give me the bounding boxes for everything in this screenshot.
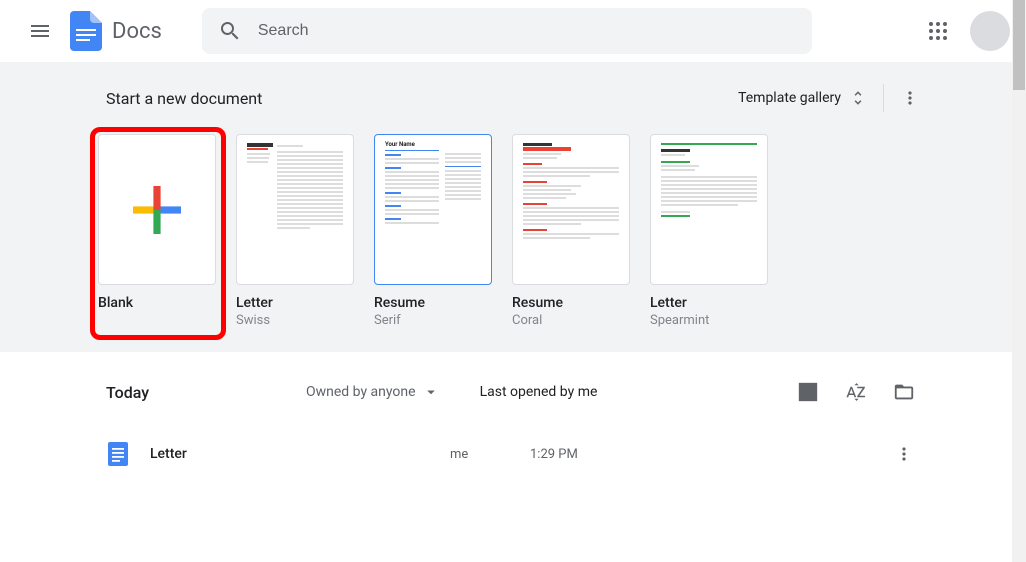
doc-row[interactable]: Letter me 1:29 PM — [98, 426, 928, 482]
app-header: Docs — [0, 0, 1026, 62]
template-resume-serif[interactable]: Your Name — [374, 134, 492, 328]
template-sub: Serif — [374, 313, 492, 328]
sort-label[interactable]: Last opened by me — [480, 384, 598, 400]
template-blank[interactable]: Blank — [98, 134, 216, 328]
list-actions — [792, 376, 920, 408]
search-icon — [218, 19, 242, 43]
unfold-icon — [849, 89, 867, 107]
account-avatar[interactable] — [970, 11, 1010, 51]
app-title: Docs — [112, 19, 162, 44]
template-name: Letter — [650, 295, 768, 311]
more-vert-icon — [894, 444, 914, 464]
search-input[interactable] — [258, 22, 796, 40]
list-header: Today Owned by anyone Last opened by me — [98, 376, 928, 408]
template-sub: Swiss — [236, 313, 354, 328]
template-resume-coral[interactable]: Resume Coral — [512, 134, 630, 328]
template-letter-swiss[interactable]: Letter Swiss — [236, 134, 354, 328]
menu-icon — [28, 19, 52, 43]
grid-view-icon — [797, 381, 819, 403]
docs-logo[interactable]: Docs — [68, 13, 162, 49]
template-thumb: Your Name — [374, 134, 492, 285]
template-sub: Coral — [512, 313, 630, 328]
template-thumb — [512, 134, 630, 285]
templates-header: Start a new document Template gallery — [98, 80, 928, 116]
docs-app-icon — [68, 13, 104, 49]
templates-section: Start a new document Template gallery — [0, 62, 1026, 352]
sort-az-icon — [845, 381, 867, 403]
docs-file-icon — [106, 442, 130, 466]
template-name: Letter — [236, 295, 354, 311]
arrow-dropdown-icon — [422, 383, 440, 401]
owner-filter-dropdown[interactable]: Owned by anyone — [306, 383, 440, 401]
list-section-title: Today — [106, 383, 306, 402]
templates-row: Blank — [98, 134, 928, 328]
doc-name: Letter — [150, 446, 450, 462]
owner-filter-label: Owned by anyone — [306, 384, 416, 400]
doc-more-button[interactable] — [888, 438, 920, 470]
templates-title: Start a new document — [106, 89, 262, 108]
search-box[interactable] — [202, 8, 812, 54]
template-letter-spearmint[interactable]: Letter Spearmint — [650, 134, 768, 328]
template-gallery-button[interactable]: Template gallery — [730, 83, 875, 113]
google-apps-button[interactable] — [918, 11, 958, 51]
template-name: Resume — [512, 295, 630, 311]
grid-view-button[interactable] — [792, 376, 824, 408]
scrollbar[interactable] — [1012, 0, 1026, 562]
folder-icon — [893, 381, 915, 403]
template-name: Resume — [374, 295, 492, 311]
template-name: Blank — [98, 295, 216, 311]
main-menu-button[interactable] — [16, 7, 64, 55]
doc-owner: me — [450, 447, 530, 462]
template-thumb — [650, 134, 768, 285]
doc-time: 1:29 PM — [530, 447, 650, 462]
template-gallery-label: Template gallery — [738, 90, 841, 106]
plus-icon — [133, 186, 181, 234]
templates-more-button[interactable] — [892, 80, 928, 116]
template-thumb — [236, 134, 354, 285]
docs-list-section: Today Owned by anyone Last opened by me — [98, 352, 928, 482]
template-thumb-blank — [98, 134, 216, 285]
scrollbar-thumb[interactable] — [1013, 0, 1025, 90]
sort-options-button[interactable] — [840, 376, 872, 408]
apps-grid-icon — [928, 21, 948, 41]
template-sub: Spearmint — [650, 313, 768, 328]
more-vert-icon — [900, 88, 920, 108]
divider — [883, 84, 884, 112]
header-right — [918, 11, 1010, 51]
open-file-picker-button[interactable] — [888, 376, 920, 408]
